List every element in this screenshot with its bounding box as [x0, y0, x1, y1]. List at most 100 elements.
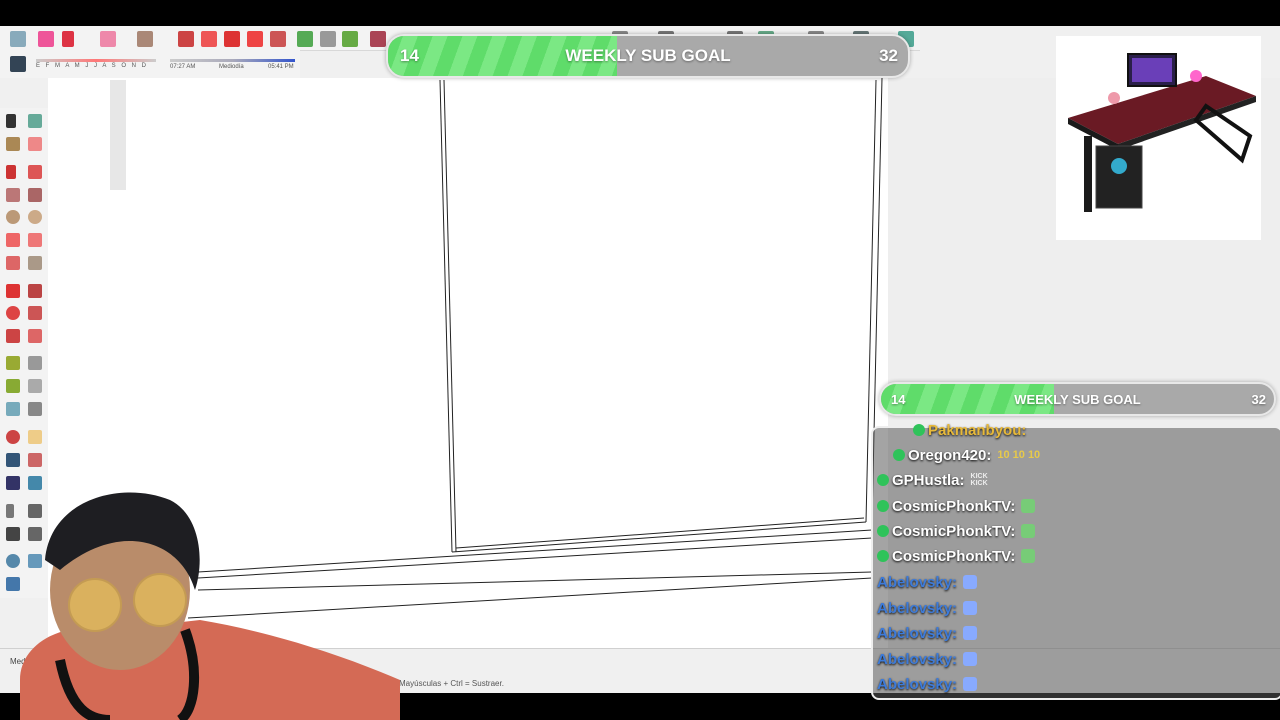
sub-goal-bar-top: 14 WEEKLY SUB GOAL 32	[386, 34, 910, 78]
chat-username: Pakmanbyou:	[928, 421, 1027, 439]
status-hint: Mayúsculas + Ctrl = Sustraer.	[399, 679, 504, 688]
chat-message: GPHustla: KICK KICK	[877, 468, 991, 492]
gaming-desk-icon	[1068, 53, 1256, 212]
chat-message: CosmicPhonkTV:	[877, 494, 1036, 518]
orbit-icon[interactable]	[6, 430, 20, 444]
arc-icon[interactable]	[6, 233, 20, 247]
subscriber-badge-icon	[877, 500, 889, 512]
shadow-months: E F M A M J J A S O N D	[36, 63, 149, 69]
rotated-rectangle-icon[interactable]	[28, 188, 42, 202]
chat-message: Pakmanbyou:	[913, 418, 1026, 442]
sub-goal-bar-right: 14 WEEKLY SUB GOAL 32	[879, 382, 1276, 416]
offset-icon[interactable]	[28, 329, 42, 343]
zoom-icon[interactable]	[6, 453, 20, 467]
shadow-toolbar: E F M A M J J A S O N D 07:27 AM Mediodí…	[0, 50, 300, 78]
subscriber-badge-icon	[877, 525, 889, 537]
month-slider[interactable]	[36, 59, 156, 62]
components-icon[interactable]	[370, 31, 386, 47]
freehand-icon[interactable]	[28, 165, 42, 179]
eraser-icon[interactable]	[28, 137, 42, 151]
sub-goal-target: 32	[879, 46, 898, 65]
chat-message: Oregon420: 10 10 10	[893, 443, 1040, 467]
text-icon[interactable]	[28, 379, 42, 393]
sub-goal-target: 32	[1251, 391, 1266, 407]
chat-username: Abelovsky:	[877, 573, 958, 591]
pencil-icon[interactable]	[62, 31, 74, 47]
chat-message: CosmicPhonkTV:	[877, 519, 1036, 543]
chat-username: Abelovsky:	[877, 599, 958, 617]
eraser-icon[interactable]	[38, 31, 54, 47]
chat-message: Abelovsky:	[877, 596, 978, 620]
axes-icon[interactable]	[6, 402, 20, 416]
scale-icon[interactable]	[6, 329, 20, 343]
chat-emote-icon	[963, 575, 978, 589]
tape-measure-icon[interactable]	[6, 356, 20, 370]
scale-icon[interactable]	[270, 31, 286, 47]
chat-message: Abelovsky:	[877, 672, 978, 696]
chat-emote-icon	[1021, 499, 1036, 513]
product-image-desk	[1056, 36, 1261, 240]
chat-message: CosmicPhonkTV:	[877, 544, 1036, 568]
paint-bucket-icon[interactable]	[342, 31, 358, 47]
two-point-arc-icon[interactable]	[28, 233, 42, 247]
chat-username: Abelovsky:	[877, 675, 958, 693]
subscriber-badge-icon	[913, 424, 925, 436]
three-point-arc-icon[interactable]	[6, 256, 20, 270]
zoom-window-icon[interactable]	[28, 453, 42, 467]
select-icon[interactable]	[6, 114, 16, 128]
rotate-icon[interactable]	[247, 31, 263, 47]
subscriber-badge-icon	[877, 474, 889, 486]
follow-me-icon[interactable]	[201, 31, 217, 47]
chat-emote-icon	[1021, 524, 1036, 538]
pan-icon[interactable]	[28, 430, 42, 444]
chat-username: Abelovsky:	[877, 624, 958, 642]
circle-icon[interactable]	[6, 210, 20, 224]
make-component-icon[interactable]	[28, 114, 42, 128]
chat-message: Abelovsky:	[877, 570, 978, 594]
tape-measure-icon[interactable]	[297, 31, 313, 47]
pie-icon[interactable]	[28, 256, 42, 270]
dimension-icon[interactable]	[28, 356, 42, 370]
move-icon[interactable]	[224, 31, 240, 47]
chat-emote: 10 10 10	[997, 449, 1041, 461]
paint-bucket-icon[interactable]	[6, 137, 20, 151]
time-end: 05:41 PM	[268, 64, 294, 70]
chat-message: Abelovsky:	[877, 647, 978, 671]
time-mid: Mediodía	[219, 64, 244, 70]
text-icon[interactable]	[320, 31, 336, 47]
select-icon[interactable]	[10, 31, 26, 47]
sub-goal-title: WEEKLY SUB GOAL	[565, 46, 731, 65]
push-pull-icon[interactable]	[178, 31, 194, 47]
chat-message: Abelovsky:	[877, 621, 978, 645]
subscriber-badge-icon	[893, 449, 905, 461]
shadow-toggle-icon[interactable]	[10, 56, 26, 72]
line-icon[interactable]	[6, 165, 16, 179]
arc-icon[interactable]	[100, 31, 116, 47]
chat-username: GPHustla:	[892, 471, 965, 489]
move-icon[interactable]	[6, 284, 20, 298]
push-pull-icon[interactable]	[28, 284, 42, 298]
chat-username: CosmicPhonkTV:	[892, 522, 1016, 540]
sub-goal-title: WEEKLY SUB GOAL	[1014, 391, 1141, 407]
chat-emote: KICK KICK	[970, 473, 988, 487]
rotate-icon[interactable]	[6, 306, 20, 320]
subscriber-badge-icon	[877, 550, 889, 562]
chat-username: CosmicPhonkTV:	[892, 547, 1016, 565]
webcam-overlay	[20, 492, 400, 720]
3d-text-icon[interactable]	[28, 402, 42, 416]
chat-username: CosmicPhonkTV:	[892, 497, 1016, 515]
chat-emote-icon	[963, 601, 978, 615]
protractor-icon[interactable]	[6, 379, 20, 393]
follow-me-icon[interactable]	[28, 306, 42, 320]
chat-emote-icon	[963, 652, 978, 666]
chat-emote-icon	[963, 626, 978, 640]
time-start: 07:27 AM	[170, 64, 196, 70]
time-slider[interactable]	[170, 59, 295, 62]
polygon-icon[interactable]	[28, 210, 42, 224]
chat-username: Oregon420:	[908, 446, 992, 464]
chat-username: Abelovsky:	[877, 650, 958, 668]
stream-chat: Pakmanbyou: Oregon420: 10 10 10 GPHustla…	[871, 422, 1280, 700]
rectangle-icon[interactable]	[6, 188, 20, 202]
chat-emote-icon	[1021, 549, 1036, 563]
rectangle-icon[interactable]	[137, 31, 153, 47]
